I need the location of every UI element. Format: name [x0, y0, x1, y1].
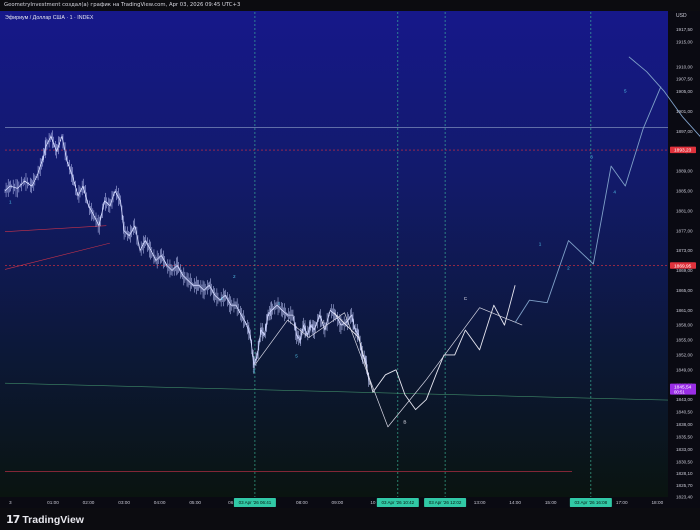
price-axis-tick-label: 1840,50: [676, 410, 693, 415]
price-axis-tick-label: 1830,50: [676, 459, 693, 464]
price-axis-tick-label: 1905,00: [676, 89, 693, 94]
time-axis-tick-label: 04:00: [154, 500, 166, 505]
time-axis-tick-label: 02:00: [83, 500, 95, 505]
price-axis-tick-label: 1828,10: [676, 471, 693, 476]
time-axis-tick-label: 06: [228, 500, 234, 505]
price-axis-tick-label: 1849,00: [676, 367, 693, 372]
time-axis-tick-label: 03:00: [118, 500, 130, 505]
price-axis-tick-label: 1825,70: [676, 483, 693, 488]
footer-bar: 17 TradingView: [0, 508, 700, 530]
chart-screenshot: GeometryInvestment создал(а) график на T…: [0, 0, 700, 530]
time-axis-tick-label: 10: [370, 500, 376, 505]
snapshot-caption: GeometryInvestment создал(а) график на T…: [0, 0, 700, 11]
tradingview-brand[interactable]: 17 TradingView: [6, 513, 84, 526]
price-axis-tick-label: 1877,00: [676, 228, 693, 233]
time-axis-tick-label: 08:00: [296, 500, 308, 505]
price-axis-tick-label: 1855,00: [676, 338, 693, 343]
time-axis-tick-label: 3: [9, 500, 12, 505]
price-badge-label: 1893,23: [674, 148, 692, 154]
price-chart[interactable]: 121345ABC12345 1917,501915,001910,001907…: [0, 11, 700, 508]
price-axis-tick-label: 1897,00: [676, 129, 693, 134]
price-axis-tick-label: 1865,00: [676, 288, 693, 293]
time-axis-tick-label: 13:00: [474, 500, 486, 505]
time-axis-tick-label: 05:00: [189, 500, 201, 505]
wave-label[interactable]: B: [403, 419, 406, 424]
price-axis-tick-label: 1852,00: [676, 352, 693, 357]
brand-name: TradingView: [22, 513, 84, 526]
price-axis-tick-label: 1917,50: [676, 27, 693, 32]
wave-label[interactable]: 4: [613, 189, 616, 194]
wave-label[interactable]: 2: [233, 274, 236, 279]
wave-label[interactable]: 4: [277, 301, 280, 306]
wave-label[interactable]: 1: [221, 296, 224, 301]
wave-label[interactable]: 1: [9, 199, 12, 204]
time-axis-tick-label: 15:00: [545, 500, 557, 505]
price-axis-tick-label: 1858,00: [676, 323, 693, 328]
tradingview-logo-icon: 17: [6, 513, 20, 526]
price-axis-tick-label: 1910,00: [676, 64, 693, 69]
time-axis-tick-label: 01:00: [47, 500, 59, 505]
time-axis-tick-label: 14:00: [509, 500, 521, 505]
wave-label[interactable]: 2: [567, 265, 570, 270]
price-axis-tick-label: 1915,00: [676, 39, 693, 44]
wave-label[interactable]: 3: [590, 155, 593, 160]
price-axis-tick-label: 1833,00: [676, 447, 693, 452]
price-axis-tick-label: 1873,00: [676, 248, 693, 253]
price-axis-tick-label: 1835,50: [676, 434, 693, 439]
time-axis-tick-label: 17:00: [616, 500, 628, 505]
price-axis-tick-label: 1889,00: [676, 169, 693, 174]
time-axis-tick-label: 18:00: [651, 500, 663, 505]
wave-label[interactable]: 5: [624, 89, 627, 94]
price-axis-tick-label: 1907,50: [676, 77, 693, 82]
price-axis-tick-label: 1838,00: [676, 422, 693, 427]
price-axis-tick-label: 1881,00: [676, 208, 693, 213]
time-marker-label: 03 Apr '26 16:08: [575, 500, 608, 505]
wave-label[interactable]: 1: [539, 242, 542, 247]
wave-label[interactable]: 5: [295, 353, 298, 358]
price-axis-tick-label: 1901,00: [676, 109, 693, 114]
price-axis-tick-label: 1843,00: [676, 397, 693, 402]
wave-label[interactable]: 3: [253, 368, 256, 373]
price-badge-countdown: 00:51: [674, 389, 685, 394]
time-marker-label: 03 Apr '26 10:42: [382, 500, 415, 505]
time-marker-label: 03 Apr '26 06:41: [239, 500, 272, 505]
currency-label: USD: [676, 13, 687, 19]
price-axis-tick-label: 1823,40: [676, 495, 693, 500]
price-badge-label: 1869,95: [674, 263, 692, 269]
time-marker-label: 03 Apr '26 12:02: [429, 500, 462, 505]
price-axis-tick-label: 1861,00: [676, 308, 693, 313]
chart-title: Эфириум / Доллар США · 1 · INDEX: [5, 15, 94, 21]
time-axis-tick-label: 09:00: [332, 500, 344, 505]
plot-background: [0, 11, 668, 497]
price-axis-tick-label: 1885,00: [676, 189, 693, 194]
